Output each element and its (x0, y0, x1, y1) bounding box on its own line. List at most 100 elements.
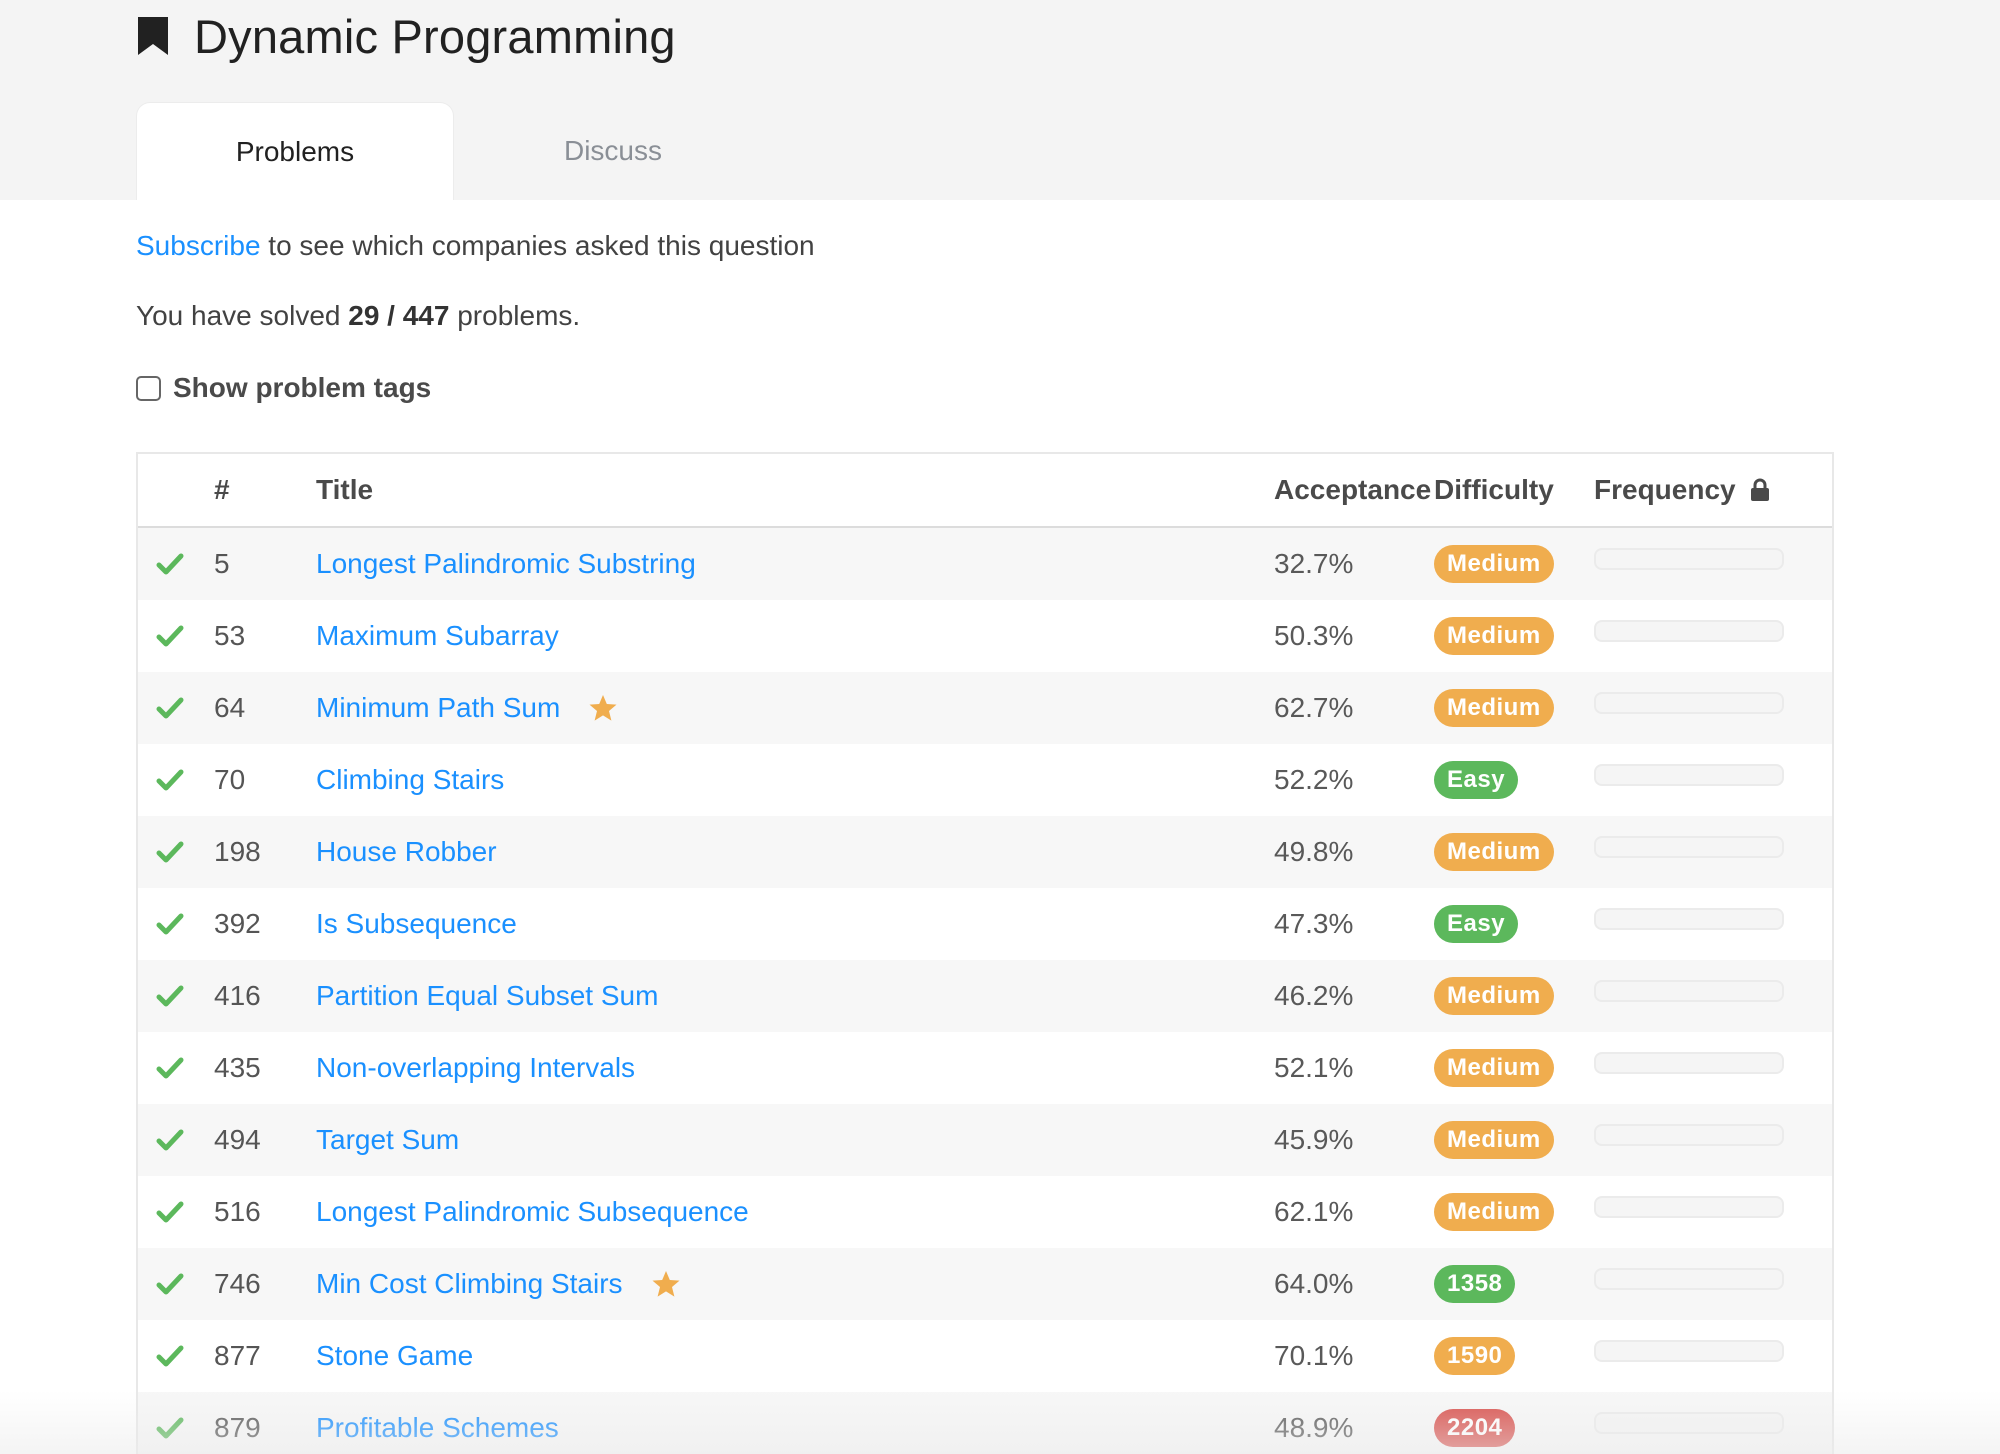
difficulty-badge: Easy (1434, 905, 1519, 943)
problem-title-link[interactable]: Min Cost Climbing Stairs (316, 1268, 623, 1300)
difficulty-badge: Medium (1434, 689, 1554, 727)
acceptance-rate: 49.8% (1274, 836, 1354, 867)
check-icon (156, 1273, 184, 1295)
difficulty-badge: Medium (1434, 617, 1554, 655)
problem-title-cell: Min Cost Climbing Stairs (316, 1248, 681, 1320)
tab-bar: Problems Discuss (136, 102, 772, 200)
problem-title-link[interactable]: Minimum Path Sum (316, 692, 560, 724)
solved-status (156, 744, 196, 816)
star-icon (589, 695, 617, 721)
frequency-bar (1594, 620, 1784, 642)
col-header-title[interactable]: Title (316, 454, 373, 526)
difficulty-badge: 2204 (1434, 1409, 1516, 1447)
problem-number: 53 (214, 620, 246, 651)
show-tags-label[interactable]: Show problem tags (173, 372, 431, 404)
problem-title-link[interactable]: Longest Palindromic Substring (316, 548, 696, 580)
problem-number: 64 (214, 692, 246, 723)
problem-number: 392 (214, 908, 261, 939)
frequency-cell (1594, 1248, 1784, 1320)
problem-title-cell: Minimum Path Sum (316, 672, 618, 744)
show-tags-checkbox[interactable] (136, 375, 161, 401)
star-icon (652, 1271, 680, 1297)
tab-discuss[interactable]: Discuss (454, 102, 772, 200)
problem-title-link[interactable]: Climbing Stairs (316, 764, 504, 796)
problem-number: 435 (214, 1052, 261, 1083)
table-row: 64 Minimum Path Sum 62.7% Medium (138, 672, 1832, 744)
check-icon (156, 697, 184, 719)
difficulty-badge: 1590 (1434, 1337, 1516, 1375)
frequency-bar (1594, 1340, 1784, 1362)
frequency-cell (1594, 1392, 1784, 1454)
col-header-acceptance[interactable]: Acceptance (1274, 454, 1431, 526)
frequency-cell (1594, 960, 1784, 1032)
frequency-cell (1594, 600, 1784, 672)
col-header-difficulty[interactable]: Difficulty (1434, 454, 1554, 526)
frequency-cell (1594, 1320, 1784, 1392)
problem-title-link[interactable]: Non-overlapping Intervals (316, 1052, 635, 1084)
solved-status (156, 528, 196, 600)
table-row: 392 Is Subsequence 47.3% Easy (138, 888, 1832, 960)
table-row: 516 Longest Palindromic Subsequence 62.1% M… (138, 1176, 1832, 1248)
table-row: 198 House Robber 49.8% Medium (138, 816, 1832, 888)
problem-title-link[interactable]: Maximum Subarray (316, 620, 559, 652)
acceptance-rate: 62.7% (1274, 692, 1354, 723)
solved-status (156, 1320, 196, 1392)
difficulty-badge: Medium (1434, 833, 1554, 871)
check-icon (156, 1345, 184, 1367)
problem-title-link[interactable]: House Robber (316, 836, 497, 868)
solved-status (156, 1392, 196, 1454)
problems-table: # Title Acceptance Difficulty Frequency … (136, 452, 1834, 1454)
table-row: 746 Min Cost Climbing Stairs 64.0% 1358 (138, 1248, 1832, 1320)
problem-title-cell: Climbing Stairs (316, 744, 504, 816)
solved-count: 29 / 447 (348, 300, 450, 331)
check-icon (156, 913, 184, 935)
problem-title-link[interactable]: Partition Equal Subset Sum (316, 980, 658, 1012)
subscribe-text: to see which companies asked this questi… (260, 230, 815, 261)
tab-problems[interactable]: Problems (136, 102, 454, 200)
frequency-bar (1594, 1052, 1784, 1074)
difficulty-cell: Medium (1434, 528, 1554, 600)
frequency-cell (1594, 1104, 1784, 1176)
frequency-cell (1594, 744, 1784, 816)
col-header-num[interactable]: # (214, 454, 230, 526)
frequency-bar (1594, 764, 1784, 786)
difficulty-cell: Medium (1434, 816, 1554, 888)
frequency-bar (1594, 1412, 1784, 1434)
problem-title-cell: Longest Palindromic Subsequence (316, 1176, 749, 1248)
subscribe-link[interactable]: Subscribe (136, 230, 261, 261)
show-tags-toggle[interactable]: Show problem tags (136, 372, 431, 404)
page-header: Dynamic Programming (136, 6, 676, 66)
difficulty-cell: 1358 (1434, 1248, 1516, 1320)
problem-title-link[interactable]: Longest Palindromic Subsequence (316, 1196, 749, 1228)
problem-title-cell: Stone Game (316, 1320, 473, 1392)
solved-prefix: You have solved (136, 300, 349, 331)
problem-title-link[interactable]: Target Sum (316, 1124, 459, 1156)
problem-title-link[interactable]: Is Subsequence (316, 908, 517, 940)
problem-number: 70 (214, 764, 246, 795)
frequency-cell (1594, 888, 1784, 960)
problem-title-cell: Maximum Subarray (316, 600, 559, 672)
check-icon (156, 1417, 184, 1439)
problem-title-cell: Longest Palindromic Substring (316, 528, 696, 600)
col-header-frequency-label: Frequency (1594, 474, 1736, 505)
acceptance-rate: 32.7% (1274, 548, 1354, 579)
problem-title-link[interactable]: Profitable Schemes (316, 1412, 559, 1444)
problem-title-link[interactable]: Stone Game (316, 1340, 473, 1372)
problem-title-cell: Target Sum (316, 1104, 459, 1176)
difficulty-cell: Easy (1434, 744, 1519, 816)
frequency-cell (1594, 1032, 1784, 1104)
col-header-frequency[interactable]: Frequency (1594, 454, 1770, 526)
table-row: 416 Partition Equal Subset Sum 46.2% Medium (138, 960, 1832, 1032)
acceptance-rate: 62.1% (1274, 1196, 1354, 1227)
difficulty-cell: Medium (1434, 600, 1554, 672)
check-icon (156, 985, 184, 1007)
frequency-bar (1594, 980, 1784, 1002)
acceptance-rate: 52.2% (1274, 764, 1354, 795)
solved-status (156, 1176, 196, 1248)
problem-title-cell: Is Subsequence (316, 888, 517, 960)
solved-status (156, 1104, 196, 1176)
problem-number: 879 (214, 1412, 261, 1443)
frequency-bar (1594, 692, 1784, 714)
problem-number: 494 (214, 1124, 261, 1155)
acceptance-rate: 52.1% (1274, 1052, 1354, 1083)
